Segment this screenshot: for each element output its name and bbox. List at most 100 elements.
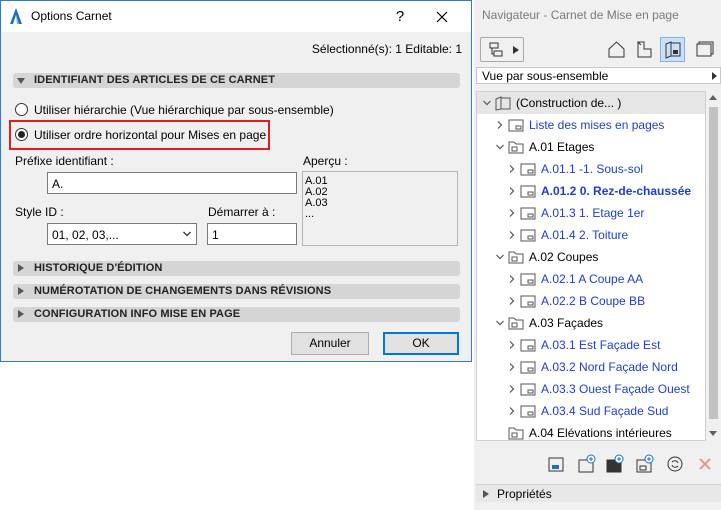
chevron-right-icon[interactable] bbox=[508, 297, 516, 305]
chevron-right-icon[interactable] bbox=[508, 407, 516, 415]
chevron-down-icon[interactable] bbox=[496, 253, 504, 261]
tree-item[interactable]: (Construction de... ) bbox=[477, 92, 705, 114]
cancel-button[interactable]: Annuler bbox=[291, 332, 369, 355]
close-icon bbox=[436, 11, 448, 23]
layout-icon bbox=[520, 163, 536, 176]
style-id-label: Style ID : bbox=[15, 205, 64, 219]
tree-item-label: A.01.3 1. Etage 1er bbox=[541, 206, 645, 220]
layout-book-button[interactable] bbox=[660, 37, 685, 62]
navigator-title: Navigateur - Carnet de Mise en page bbox=[482, 8, 679, 22]
book-icon bbox=[495, 96, 511, 111]
chevron-right-icon[interactable] bbox=[508, 165, 516, 173]
tree-item[interactable]: A.02 Coupes bbox=[477, 246, 705, 268]
chevron-right-icon[interactable] bbox=[508, 275, 516, 283]
close-button[interactable] bbox=[427, 6, 457, 28]
tree-item[interactable]: A.04 Elévations intérieures bbox=[477, 422, 705, 440]
folder-icon bbox=[508, 427, 524, 440]
caret-right-icon bbox=[712, 72, 717, 80]
new-layout-button[interactable] bbox=[547, 454, 567, 474]
view-map-button[interactable] bbox=[632, 37, 657, 62]
tree-item-label: A.03.3 Ouest Façade Ouest bbox=[541, 382, 690, 396]
layout-icon bbox=[520, 361, 536, 374]
tree-item[interactable]: A.03.1 Est Façade Est bbox=[477, 334, 705, 356]
tree-item[interactable]: Liste des mises en pages bbox=[477, 114, 705, 136]
section-revision-header[interactable]: NUMÉROTATION DE CHANGEMENTS DANS RÉVISIO… bbox=[13, 284, 460, 299]
tree-item-label: A.02.2 B Coupe BB bbox=[541, 294, 646, 308]
chevron-right-icon[interactable] bbox=[508, 385, 516, 393]
new-subset-button[interactable] bbox=[577, 454, 597, 474]
tree-item[interactable]: A.03.3 Ouest Façade Ouest bbox=[477, 378, 705, 400]
chevron-down-icon[interactable] bbox=[496, 143, 504, 151]
scroll-down-icon[interactable] bbox=[709, 431, 717, 436]
start-at-value: 1 bbox=[212, 228, 219, 242]
scroll-thumb[interactable] bbox=[709, 107, 718, 419]
project-map-button[interactable] bbox=[604, 37, 629, 62]
radio-button-horizontal[interactable] bbox=[15, 128, 28, 141]
view-mode-select[interactable]: Vue par sous-ensemble bbox=[476, 67, 721, 84]
preview-line: A.02 bbox=[305, 186, 328, 198]
tree-item-label: (Construction de... ) bbox=[516, 96, 622, 110]
tree-item-label: A.03.4 Sud Façade Sud bbox=[541, 404, 669, 418]
tree-item[interactable]: A.02.1 A Coupe AA bbox=[477, 268, 705, 290]
chevron-right-icon[interactable] bbox=[508, 341, 516, 349]
section-identifiers-header[interactable]: IDENTIFIANT DES ARTICLES DE CE CARNET bbox=[13, 73, 460, 88]
tree-scrollbar[interactable] bbox=[706, 91, 721, 441]
chevron-right-icon[interactable] bbox=[508, 209, 516, 217]
chevron-right-icon[interactable] bbox=[508, 231, 516, 239]
tree-item-label: A.02.1 A Coupe AA bbox=[541, 272, 644, 286]
layout-icon bbox=[520, 207, 536, 220]
chevron-right-icon[interactable] bbox=[508, 363, 516, 371]
layout-book-icon bbox=[665, 41, 681, 59]
tree-item-label: A.03.1 Est Façade Est bbox=[541, 338, 661, 352]
publisher-sets-button[interactable] bbox=[692, 37, 717, 62]
tree-item[interactable]: A.01.3 1. Etage 1er bbox=[477, 202, 705, 224]
tree-item[interactable]: A.03 Façades bbox=[477, 312, 705, 334]
dialog-title: Options Carnet bbox=[31, 9, 112, 23]
tree-item[interactable]: A.01 Etages bbox=[477, 136, 705, 158]
ok-button[interactable]: OK bbox=[383, 332, 459, 355]
layout-tree: (Construction de... ) Liste des mises en … bbox=[476, 91, 706, 441]
prefix-input[interactable]: A. bbox=[47, 172, 297, 194]
prefix-value: A. bbox=[52, 177, 64, 191]
section-history-header[interactable]: HISTORIQUE D'ÉDITION bbox=[13, 261, 460, 276]
start-at-input[interactable]: 1 bbox=[207, 223, 297, 245]
new-folder-icon bbox=[636, 454, 654, 473]
delete-button[interactable] bbox=[695, 454, 715, 474]
tree-item-label: A.04 Elévations intérieures bbox=[529, 426, 672, 440]
expand-arrow-icon bbox=[18, 310, 24, 318]
dialog-title-bar[interactable]: Options Carnet ? bbox=[1, 1, 471, 32]
tree-item-label: A.01.2 0. Rez-de-chaussée bbox=[541, 184, 692, 198]
update-button[interactable] bbox=[665, 454, 685, 474]
style-id-select[interactable]: 01, 02, 03,... bbox=[47, 223, 197, 245]
tree-item[interactable]: A.03.2 Nord Façade Nord bbox=[477, 356, 705, 378]
chevron-right-icon[interactable] bbox=[508, 187, 516, 195]
properties-toggle[interactable]: Propriétés bbox=[476, 484, 721, 502]
caret-right-icon bbox=[513, 46, 519, 54]
expand-arrow-icon bbox=[18, 264, 24, 272]
chevron-down-icon[interactable] bbox=[483, 99, 491, 107]
tree-item[interactable]: A.01.1 -1. Sous-sol bbox=[477, 158, 705, 180]
new-folder-button[interactable] bbox=[635, 454, 655, 474]
new-layout-icon bbox=[548, 457, 564, 472]
chevron-right-icon[interactable] bbox=[496, 121, 504, 129]
section-config-header[interactable]: CONFIGURATION INFO MISE EN PAGE bbox=[13, 307, 460, 322]
preview-line: A.01 bbox=[305, 175, 328, 187]
tree-item[interactable]: A.03.4 Sud Façade Sud bbox=[477, 400, 705, 422]
tree-item-label: A.01.1 -1. Sous-sol bbox=[541, 162, 644, 176]
radio-horizontal-label: Utiliser ordre horizontal pour Mises en … bbox=[34, 128, 267, 142]
help-button[interactable]: ? bbox=[385, 6, 415, 28]
scroll-up-icon[interactable] bbox=[709, 95, 717, 100]
new-master-button[interactable] bbox=[605, 454, 625, 474]
layout-icon bbox=[520, 229, 536, 242]
layout-icon bbox=[508, 119, 524, 132]
layout-icon bbox=[520, 273, 536, 286]
preview-line: A.03 bbox=[305, 197, 328, 209]
chevron-down-icon[interactable] bbox=[496, 319, 504, 327]
navigator-menu-button[interactable] bbox=[480, 37, 524, 62]
style-id-value: 01, 02, 03,... bbox=[52, 228, 119, 242]
tree-item[interactable]: A.01.4 2. Toiture bbox=[477, 224, 705, 246]
tree-item[interactable]: A.01.2 0. Rez-de-chaussée bbox=[477, 180, 705, 202]
tree-item[interactable]: A.02.2 B Coupe BB bbox=[477, 290, 705, 312]
radio-button-hierarchy[interactable] bbox=[15, 103, 28, 116]
new-subset-icon bbox=[578, 454, 596, 473]
